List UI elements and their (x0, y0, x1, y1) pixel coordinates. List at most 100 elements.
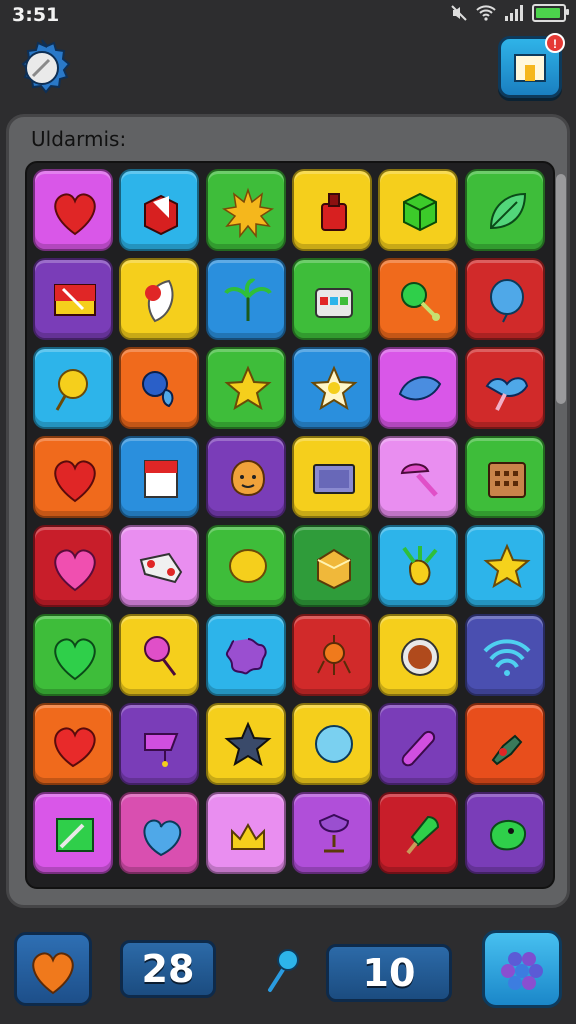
game-tile[interactable] (464, 258, 545, 340)
game-tile[interactable] (33, 792, 113, 874)
dark-star-icon (224, 721, 272, 767)
game-tile[interactable] (119, 436, 200, 518)
gem-chain-icon (491, 734, 522, 766)
game-tile[interactable] (33, 169, 113, 251)
green-cube-icon (403, 192, 438, 232)
red-box-icon (144, 194, 179, 236)
game-tile[interactable] (205, 258, 286, 340)
notification-badge: ! (545, 33, 565, 53)
donut-icon (401, 638, 440, 676)
status-time: 3:51 (12, 4, 60, 26)
game-tile[interactable] (205, 436, 286, 518)
game-tile[interactable] (119, 614, 200, 696)
game-tile[interactable] (464, 703, 545, 785)
game-tile[interactable] (291, 258, 372, 340)
game-tile[interactable] (119, 525, 200, 607)
lives-button[interactable] (14, 932, 92, 1006)
capsule-icon (401, 730, 436, 767)
pink-heart-icon (54, 549, 96, 592)
booster-button[interactable] (482, 930, 562, 1008)
game-tile[interactable] (464, 169, 545, 251)
crown-icon (230, 822, 265, 850)
game-tile[interactable] (119, 169, 200, 251)
blue-leaf-icon (399, 376, 442, 401)
red-heart-icon (54, 727, 96, 768)
game-tile[interactable] (378, 436, 459, 518)
wifi-icon (483, 639, 530, 676)
wifi-status-icon (476, 5, 496, 21)
game-tile[interactable] (291, 347, 372, 429)
game-tile[interactable] (291, 436, 372, 518)
sun-burst-icon (221, 187, 274, 239)
game-tile[interactable] (378, 347, 459, 429)
game-tile[interactable] (291, 614, 372, 696)
yellow-star-icon (482, 543, 531, 589)
game-tile[interactable] (378, 169, 459, 251)
purple-flag-icon (144, 733, 179, 767)
settings-gear-icon[interactable] (12, 38, 72, 98)
game-tile[interactable] (464, 347, 545, 429)
blue-heart-icon (143, 819, 182, 857)
game-tile[interactable] (378, 703, 459, 785)
game-tile[interactable] (205, 347, 286, 429)
game-tile[interactable] (291, 169, 372, 251)
purple-flower-icon (225, 638, 267, 675)
pencil-icon (56, 818, 94, 852)
game-tile[interactable] (378, 525, 459, 607)
green-heart-icon (54, 638, 96, 681)
game-tile[interactable] (205, 792, 286, 874)
game-tile[interactable] (205, 703, 286, 785)
status-bar: 3:51 (0, 0, 576, 30)
game-tile[interactable] (33, 258, 113, 340)
game-tile[interactable] (33, 436, 113, 518)
game-tile[interactable] (33, 347, 113, 429)
game-tile[interactable] (464, 614, 545, 696)
game-tile[interactable] (119, 792, 200, 874)
board-panel: Uldarmis: (6, 114, 570, 908)
game-tile[interactable] (119, 703, 200, 785)
blue-berry-icon (142, 371, 174, 408)
palm-icon (223, 278, 272, 321)
status-icons (450, 4, 569, 22)
moves-counter: 10 (326, 944, 452, 1002)
game-tile[interactable] (119, 258, 200, 340)
calendar-icon (487, 462, 526, 498)
game-tile[interactable] (33, 703, 113, 785)
game-tile[interactable] (291, 525, 372, 607)
blue-bird-icon (485, 377, 528, 411)
game-tile[interactable] (464, 792, 545, 874)
game-tile[interactable] (378, 614, 459, 696)
game-tile[interactable] (119, 347, 200, 429)
board-title: Uldarmis: (31, 127, 127, 151)
game-tile[interactable] (205, 614, 286, 696)
blue-balloon-icon (489, 279, 524, 323)
game-tile[interactable] (205, 169, 286, 251)
goblet-icon (318, 813, 349, 853)
heart-icon (54, 460, 96, 503)
game-tile[interactable] (291, 703, 372, 785)
board-scrollbar[interactable] (556, 174, 566, 404)
magic-wand-icon[interactable] (262, 944, 302, 996)
face-icon (230, 459, 265, 497)
screen-icon (312, 464, 355, 494)
game-tile[interactable] (291, 792, 372, 874)
yellow-gem-icon (316, 548, 351, 590)
flag-icon (54, 284, 96, 316)
game-tile[interactable] (205, 525, 286, 607)
game-tile[interactable] (33, 614, 113, 696)
game-tile[interactable] (464, 436, 545, 518)
heart-icon (54, 193, 96, 236)
game-tile[interactable] (464, 525, 545, 607)
home-button[interactable]: ! (498, 33, 565, 98)
dragon-icon (489, 819, 526, 851)
battery-icon (532, 4, 569, 22)
chest-icon (314, 288, 353, 318)
blue-orb-icon (314, 725, 353, 763)
game-tile[interactable] (378, 792, 459, 874)
orange-heart-icon (32, 952, 74, 995)
game-tile[interactable] (33, 525, 113, 607)
card-icon (144, 460, 179, 498)
game-tile[interactable] (378, 258, 459, 340)
mute-icon (451, 5, 467, 21)
pink-lollipop-icon (144, 636, 177, 676)
